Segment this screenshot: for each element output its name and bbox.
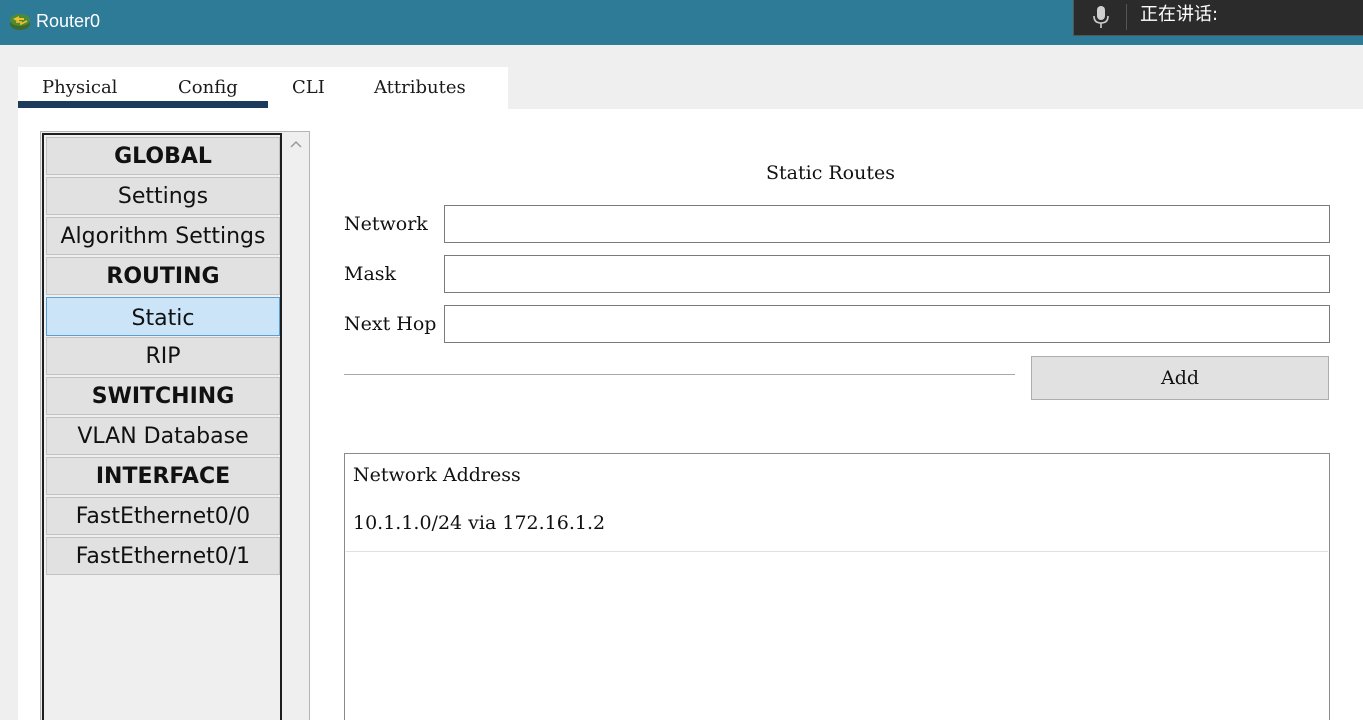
- sidebar-scroll-area[interactable]: GLOBAL Settings Algorithm Settings ROUTI…: [40, 131, 310, 720]
- router-icon: [10, 14, 30, 30]
- voice-status-text: 正在讲话:: [1140, 4, 1219, 25]
- sidebar-item-rip[interactable]: RIP: [46, 337, 280, 375]
- tab-attributes[interactable]: Attributes: [374, 77, 466, 98]
- microphone-icon[interactable]: [1092, 5, 1110, 29]
- network-label: Network: [344, 213, 428, 235]
- sidebar-header-global: GLOBAL: [46, 137, 280, 175]
- network-input[interactable]: [444, 205, 1330, 243]
- route-list[interactable]: Network Address 10.1.1.0/24 via 172.16.1…: [344, 453, 1330, 720]
- section-title: Static Routes: [766, 162, 895, 184]
- mask-input[interactable]: [444, 255, 1330, 293]
- sidebar: GLOBAL Settings Algorithm Settings ROUTI…: [42, 133, 282, 720]
- sidebar-header-routing: ROUTING: [46, 257, 280, 295]
- add-button[interactable]: Add: [1031, 356, 1329, 400]
- scroll-up-icon[interactable]: [289, 138, 303, 150]
- sidebar-item-algorithm-settings[interactable]: Algorithm Settings: [46, 217, 280, 255]
- tab-cli[interactable]: CLI: [292, 77, 325, 98]
- sidebar-header-interface: INTERFACE: [46, 457, 280, 495]
- voice-overlay: 正在讲话:: [1073, 0, 1363, 36]
- route-list-item[interactable]: 10.1.1.0/24 via 172.16.1.2: [346, 504, 1328, 552]
- sidebar-item-fastethernet0-1[interactable]: FastEthernet0/1: [46, 537, 280, 575]
- divider: [344, 374, 1015, 375]
- voice-separator: [1126, 4, 1127, 30]
- next-hop-input[interactable]: [444, 305, 1330, 343]
- route-list-header: Network Address: [353, 464, 521, 486]
- tab-config[interactable]: Config: [178, 77, 238, 98]
- tab-bar: Physical Config CLI Attributes: [18, 67, 508, 109]
- active-tab-indicator: [18, 101, 268, 108]
- mask-label: Mask: [344, 263, 397, 285]
- sidebar-item-fastethernet0-0[interactable]: FastEthernet0/0: [46, 497, 280, 535]
- tab-physical[interactable]: Physical: [42, 77, 117, 98]
- window-title: Router0: [36, 11, 101, 31]
- sidebar-item-settings[interactable]: Settings: [46, 177, 280, 215]
- sidebar-header-switching: SWITCHING: [46, 377, 280, 415]
- config-panel: GLOBAL Settings Algorithm Settings ROUTI…: [18, 109, 1363, 720]
- next-hop-label: Next Hop: [344, 313, 437, 335]
- sidebar-item-static[interactable]: Static: [46, 297, 280, 336]
- sidebar-item-vlan-database[interactable]: VLAN Database: [46, 417, 280, 455]
